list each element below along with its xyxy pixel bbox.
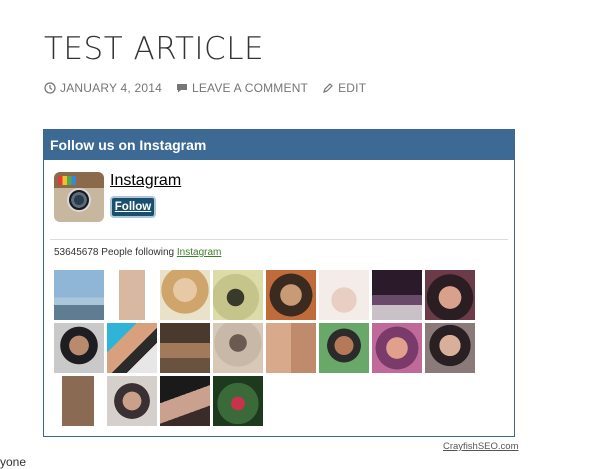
photo-thumb[interactable]	[107, 376, 157, 426]
post-date: JANUARY 4, 2014	[60, 81, 162, 95]
photo-thumb[interactable]	[160, 323, 210, 373]
followers-count: 53645678	[54, 247, 99, 258]
followers-text: People following	[101, 247, 175, 258]
photo-thumb[interactable]	[54, 270, 104, 320]
widget-heading: Follow us on Instagram	[44, 130, 514, 160]
photo-thumb[interactable]	[425, 323, 475, 373]
instagram-widget: Follow us on Instagram Instagram Follow …	[43, 129, 515, 437]
photo-thumb[interactable]	[213, 376, 263, 426]
photo-thumb[interactable]	[425, 270, 475, 320]
photo-thumb[interactable]	[107, 323, 157, 373]
photo-thumb[interactable]	[372, 323, 422, 373]
followers-line: 53645678 People following Instagram	[54, 247, 221, 258]
instagram-logo-icon[interactable]	[54, 172, 104, 222]
edit-label: EDIT	[338, 81, 367, 95]
photo-thumb[interactable]	[372, 270, 422, 320]
comment-link[interactable]: LEAVE A COMMENT	[176, 81, 308, 95]
photo-thumb[interactable]	[107, 270, 157, 320]
profile-block: Instagram Follow	[54, 172, 181, 222]
follow-button[interactable]: Follow	[110, 196, 156, 218]
photo-thumb[interactable]	[160, 376, 210, 426]
edit-link[interactable]: EDIT	[322, 81, 366, 95]
photo-thumb[interactable]	[213, 323, 263, 373]
followers-profile-link[interactable]: Instagram	[177, 247, 221, 258]
photo-thumb[interactable]	[319, 270, 369, 320]
divider	[50, 239, 508, 240]
photo-thumb[interactable]	[266, 323, 316, 373]
photo-thumb[interactable]	[160, 270, 210, 320]
article-title: TEST ARTICLE	[44, 31, 265, 67]
entry-meta: JANUARY 4, 2014 LEAVE A COMMENT EDIT	[44, 81, 366, 95]
photo-thumb[interactable]	[54, 376, 104, 426]
pencil-icon	[323, 83, 333, 93]
photo-thumb[interactable]	[319, 323, 369, 373]
comment-label: LEAVE A COMMENT	[191, 81, 309, 95]
truncated-text: yone	[0, 455, 27, 469]
date-link[interactable]: JANUARY 4, 2014	[44, 81, 162, 95]
photo-thumb[interactable]	[213, 270, 263, 320]
credit-link[interactable]: CrayfishSEO.com	[443, 441, 519, 452]
profile-name-link[interactable]: Instagram	[110, 172, 181, 190]
speech-bubble-icon	[176, 84, 187, 93]
clock-icon	[44, 82, 56, 94]
photo-thumb[interactable]	[54, 323, 104, 373]
photo-thumb[interactable]	[266, 270, 316, 320]
